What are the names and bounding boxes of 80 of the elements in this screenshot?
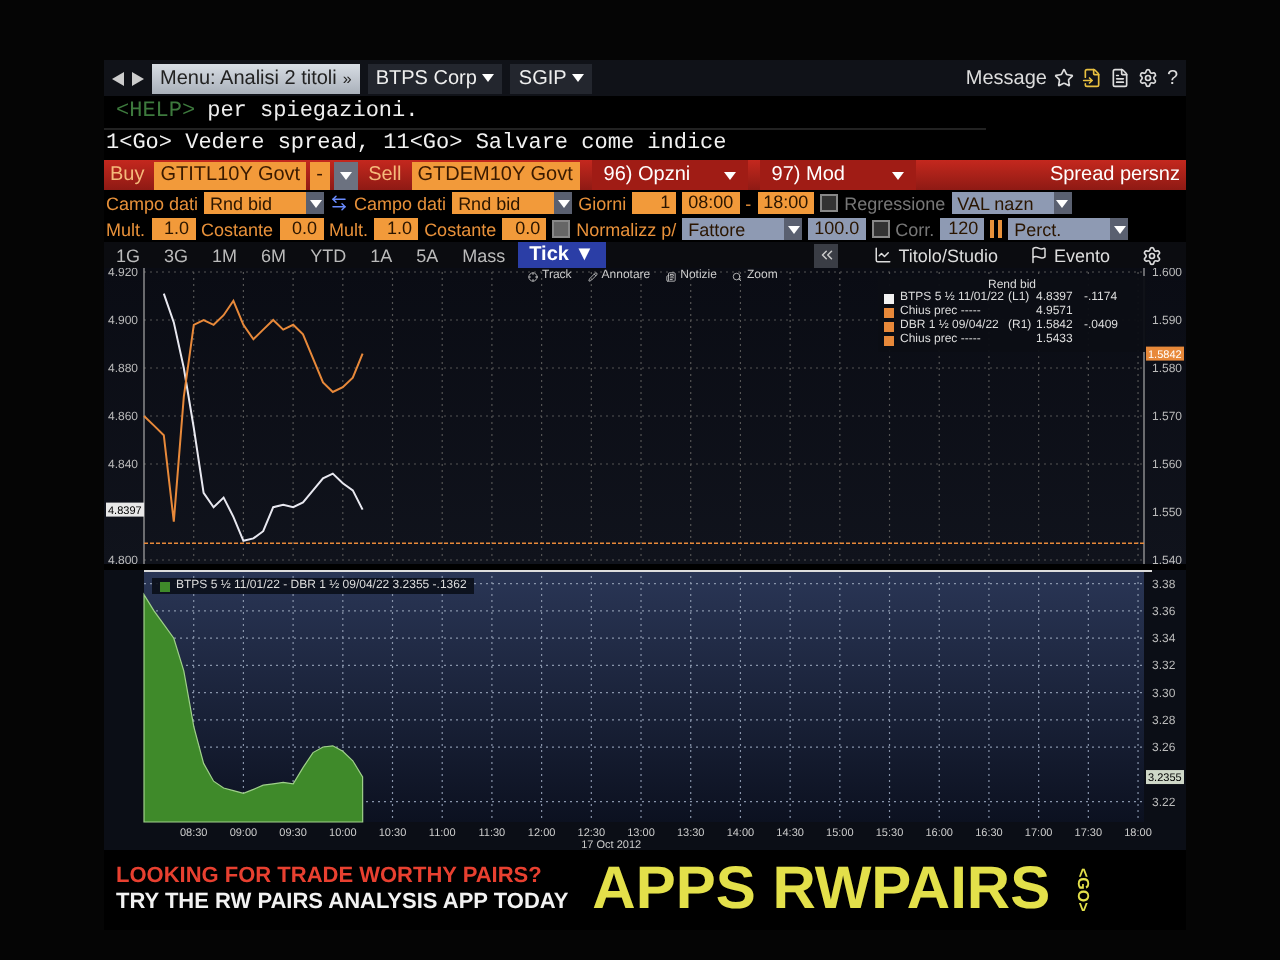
sell-label: Sell: [366, 164, 404, 186]
field-label: Mult.: [329, 219, 369, 239]
banner-headline: LOOKING FOR TRADE WORTHY PAIRS?: [116, 864, 544, 890]
caret-icon: [787, 225, 800, 233]
settings-icon[interactable]: [1142, 245, 1162, 265]
period-tab[interactable]: 1A: [358, 242, 405, 268]
checkbox-label: Corr.: [895, 219, 935, 239]
banner-title: APPS RWPAIRS: [592, 856, 1051, 924]
back-icon[interactable]: [112, 71, 124, 85]
go-label: <GO>: [1074, 868, 1093, 912]
security-tab[interactable]: BTPS Corp: [367, 63, 503, 93]
bars-icon: [990, 220, 1003, 238]
caret-icon: [572, 74, 585, 82]
field-label: Mult.: [106, 219, 146, 239]
dropdown-button[interactable]: [334, 161, 359, 189]
command-line[interactable]: <HELP> per spiegazioni.: [104, 96, 986, 130]
input-field[interactable]: 0.0: [279, 218, 324, 240]
dropdown[interactable]: Rnd bid: [204, 192, 325, 214]
caret-icon: [309, 199, 322, 207]
banner-subline: TRY THE RW PAIRS ANALYSIS APP TODAY: [116, 890, 569, 916]
field-label: Campo dati: [354, 193, 447, 213]
caret-icon: [557, 199, 570, 207]
period-tab[interactable]: 3G: [152, 242, 201, 268]
caret-icon: [723, 171, 736, 179]
caret-icon: [482, 74, 495, 82]
caret-icon: [1056, 199, 1069, 207]
caret-icon: [1113, 225, 1126, 233]
period-tab[interactable]: 6M: [249, 242, 299, 268]
settings-icon[interactable]: [1138, 68, 1159, 88]
export-icon[interactable]: [1082, 68, 1103, 88]
field-label: Giorni: [578, 193, 627, 213]
caret-icon: [340, 171, 353, 179]
field-label: Costante: [424, 219, 497, 239]
search-icon: [732, 271, 743, 281]
buy-label: Buy: [108, 164, 147, 186]
input-field[interactable]: 1.0: [374, 218, 419, 240]
input-field[interactable]: 08:00: [682, 192, 740, 214]
newspaper-icon: [666, 271, 677, 281]
input-field[interactable]: 1.0: [151, 218, 196, 240]
input-field[interactable]: 1: [632, 192, 677, 214]
menu-button[interactable]: 97) Mod: [759, 160, 916, 190]
star-icon[interactable]: [1054, 68, 1075, 88]
help-button[interactable]: ?: [1166, 67, 1178, 89]
security-tab[interactable]: SGIP: [510, 63, 593, 93]
dropdown[interactable]: Rnd bid: [452, 192, 573, 214]
pencil-icon: [587, 271, 598, 281]
toolbar-button[interactable]: Evento: [1029, 245, 1142, 265]
input-field[interactable]: 18:00: [757, 192, 815, 214]
chevrons-icon: [817, 246, 836, 264]
period-tab[interactable]: 1G: [104, 242, 153, 268]
legend-swatch: [160, 581, 170, 591]
field-label: Costante: [201, 219, 274, 239]
period-tab[interactable]: 5A: [404, 242, 451, 268]
checkbox-label: Regressione: [844, 193, 946, 213]
input-field[interactable]: 0.0: [502, 218, 547, 240]
menu-button[interactable]: 96) Opzni: [591, 160, 748, 190]
field-label: Campo dati: [106, 193, 199, 213]
period-tab[interactable]: 1M: [200, 242, 250, 268]
input-field[interactable]: GTDEM10Y Govt: [411, 161, 580, 189]
checkbox-label: Normalizz p/: [576, 219, 677, 239]
bar-title: Spread persnz: [1049, 164, 1182, 186]
field-label: -: [745, 193, 752, 213]
period-tab[interactable]: YTD: [298, 242, 359, 268]
message-link[interactable]: Message: [965, 67, 1047, 89]
input-field[interactable]: GTITL10Y Govt: [154, 161, 307, 189]
collapse-button[interactable]: [814, 243, 839, 267]
hint-text: 1<Go> Vedere spread, 11<Go> Salvare come indice: [104, 130, 729, 160]
flag-icon: [1029, 246, 1048, 264]
document-icon[interactable]: [1110, 68, 1131, 88]
swap-icon[interactable]: [330, 194, 349, 212]
toolbar-button[interactable]: Titolo/Studio: [874, 245, 1030, 265]
menu-tab[interactable]: Menu: Analisi 2 titoli »: [152, 63, 360, 93]
forward-icon[interactable]: [132, 71, 144, 85]
input-field[interactable]: -: [310, 161, 331, 189]
period-tab[interactable]: Mass: [450, 242, 518, 268]
checkbox[interactable]: [552, 220, 571, 238]
period-tab[interactable]: Tick ▼: [517, 242, 607, 268]
crosshair-icon: [528, 271, 538, 281]
caret-icon: [891, 171, 904, 179]
line-chart-icon: [874, 246, 893, 264]
